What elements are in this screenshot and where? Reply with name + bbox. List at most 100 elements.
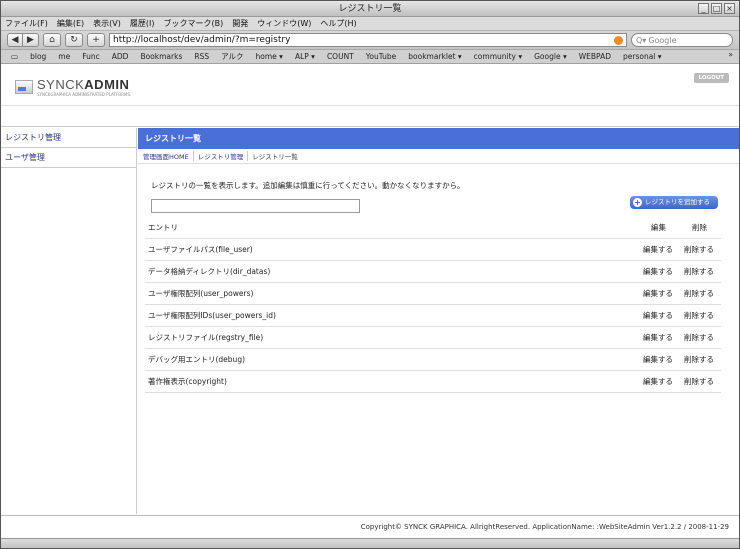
table-row: ユーザ権限配列IDs(user_powers_id) 編集する 削除する [145, 305, 721, 327]
sidebar: レジストリ管理 ユーザ管理 [1, 128, 137, 514]
edit-link[interactable]: 編集する [643, 332, 673, 343]
bookmark-item[interactable]: ADD [112, 52, 129, 61]
plus-icon: + [633, 198, 642, 207]
row-entry: デバッグ用エントリ(debug) [148, 355, 246, 364]
bookmark-item[interactable]: home ▾ [256, 52, 283, 61]
add-registry-button[interactable]: + レジストリを追加する [630, 196, 718, 209]
bookmark-item[interactable]: Func [82, 52, 100, 61]
delete-link[interactable]: 削除する [684, 354, 714, 365]
bookmark-item[interactable]: YouTube [366, 52, 397, 61]
search-placeholder: Google [648, 35, 677, 45]
bookmark-item[interactable]: community ▾ [474, 52, 522, 61]
table-row: ユーザ権限配列(user_powers) 編集する 削除する [145, 283, 721, 305]
bookmarks-bar: ▭ blog me Func ADD Bookmarks RSS アルク hom… [1, 50, 739, 64]
header-edit: 編集 [651, 223, 666, 232]
menu-view[interactable]: 表示(V) [93, 18, 121, 29]
delete-link[interactable]: 削除する [684, 376, 714, 387]
table-row: レジストリファイル(regstry_file) 編集する 削除する [145, 327, 721, 349]
delete-link[interactable]: 削除する [684, 288, 714, 299]
edit-link[interactable]: 編集する [643, 266, 673, 277]
bookmark-item[interactable]: bookmarklet ▾ [408, 52, 461, 61]
back-button[interactable]: ◀ [7, 33, 23, 47]
bookmark-item[interactable]: Google ▾ [534, 52, 567, 61]
menu-edit[interactable]: 編集(E) [57, 18, 84, 29]
edit-link[interactable]: 編集する [643, 376, 673, 387]
table-row: デバッグ用エントリ(debug) 編集する 削除する [145, 349, 721, 371]
edit-link[interactable]: 編集する [643, 288, 673, 299]
bookmark-item[interactable]: me [58, 52, 70, 61]
row-entry: ユーザ権限配列(user_powers) [148, 289, 254, 298]
menu-history[interactable]: 履歴(I) [130, 18, 155, 29]
delete-link[interactable]: 削除する [684, 244, 714, 255]
menu-window[interactable]: ウィンドウ(W) [257, 18, 311, 29]
bookmark-item[interactable]: アルク [221, 51, 243, 62]
filter-input[interactable] [151, 199, 360, 213]
table-row: 著作権表示(copyright) 編集する 削除する [145, 371, 721, 393]
table-header: エントリ 編集 削除 [145, 217, 721, 239]
search-input[interactable]: Q▾ Google [631, 33, 733, 47]
main-content: レジストリ一覧 管理画面HOME レジストリ管理 レジストリ一覧 レジストリの一… [138, 128, 739, 514]
registry-table: エントリ 編集 削除 ユーザファイルパス(file_user) 編集する 削除す… [145, 217, 721, 393]
sidebar-item-registry[interactable]: レジストリ管理 [1, 128, 136, 148]
title-bar: レジストリ一覧 _ □ × [1, 1, 739, 17]
logo-icon [15, 80, 33, 94]
forward-button[interactable]: ▶ [23, 33, 39, 47]
row-entry: データ格納ディレクトリ(dir_datas) [148, 267, 271, 276]
bookmark-item[interactable]: RSS [194, 52, 209, 61]
header-entry: エントリ [148, 223, 178, 232]
maximize-icon[interactable]: □ [711, 3, 722, 14]
header-spacer [1, 106, 739, 127]
browser-toolbar: ◀ ▶ ⌂ ↻ + http://localhost/dev/admin/?m=… [1, 31, 739, 50]
logo-text: SYNCKADMIN [37, 77, 130, 92]
bookmark-item[interactable]: WEBPAD [579, 52, 611, 61]
search-icon: Q▾ [636, 35, 647, 45]
bookmark-item[interactable]: personal ▾ [623, 52, 662, 61]
minimize-icon[interactable]: _ [698, 3, 709, 14]
browser-window: レジストリ一覧 _ □ × ファイル(F) 編集(E) 表示(V) 履歴(I) … [0, 0, 740, 549]
edit-link[interactable]: 編集する [643, 310, 673, 321]
address-bar[interactable]: http://localhost/dev/admin/?m=registry [109, 33, 627, 47]
breadcrumb-registry[interactable]: レジストリ管理 [194, 151, 249, 161]
menu-bar: ファイル(F) 編集(E) 表示(V) 履歴(I) ブックマーク(B) 開発 ウ… [1, 17, 739, 31]
url-text[interactable]: http://localhost/dev/admin/?m=registry [113, 35, 611, 45]
edit-link[interactable]: 編集する [643, 354, 673, 365]
rss-icon[interactable] [614, 35, 623, 45]
table-row: データ格納ディレクトリ(dir_datas) 編集する 削除する [145, 261, 721, 283]
row-entry: ユーザファイルパス(file_user) [148, 245, 253, 254]
delete-link[interactable]: 削除する [684, 266, 714, 277]
menu-help[interactable]: ヘルプ(H) [320, 18, 356, 29]
more-bookmarks-icon[interactable]: » [728, 50, 733, 59]
breadcrumb-home[interactable]: 管理画面HOME [139, 151, 194, 161]
bookmark-item[interactable]: Bookmarks [140, 52, 182, 61]
breadcrumb: 管理画面HOME レジストリ管理 レジストリ一覧 [138, 149, 739, 164]
status-bar [1, 538, 739, 548]
row-entry: レジストリファイル(regstry_file) [148, 333, 264, 342]
delete-link[interactable]: 削除する [684, 310, 714, 321]
reload-button[interactable]: ↻ [65, 33, 83, 47]
site-header: SYNCKADMIN SYNCKGRAPHICA ADMINISTRATED P… [1, 65, 739, 106]
close-icon[interactable]: × [724, 3, 735, 14]
menu-bookmarks[interactable]: ブックマーク(B) [163, 18, 223, 29]
row-entry: ユーザ権限配列IDs(user_powers_id) [148, 311, 276, 320]
row-entry: 著作権表示(copyright) [148, 377, 227, 386]
home-button[interactable]: ⌂ [43, 33, 61, 47]
sidebar-item-users[interactable]: ユーザ管理 [1, 148, 136, 168]
header-delete: 削除 [692, 223, 707, 232]
bookmark-item[interactable]: COUNT [327, 52, 354, 61]
logo-subtitle: SYNCKGRAPHICA ADMINISTRATED PLATFORMS. [37, 92, 132, 97]
page-description: レジストリの一覧を表示します。追加編集は慎重に行ってください。動かなくなりますか… [151, 181, 465, 190]
bookmark-item[interactable]: blog [30, 52, 46, 61]
delete-link[interactable]: 削除する [684, 332, 714, 343]
breadcrumb-current: レジストリ一覧 [252, 153, 298, 161]
bookmarks-book-icon[interactable]: ▭ [11, 52, 18, 61]
logo: SYNCKADMIN SYNCKGRAPHICA ADMINISTRATED P… [15, 77, 131, 97]
menu-file[interactable]: ファイル(F) [5, 18, 48, 29]
menu-develop[interactable]: 開発 [232, 18, 248, 29]
bookmark-item[interactable]: ALP ▾ [295, 52, 315, 61]
page-title: レジストリ一覧 [138, 128, 739, 149]
edit-link[interactable]: 編集する [643, 244, 673, 255]
logout-button[interactable]: LOGOUT [693, 73, 729, 83]
window-controls: _ □ × [698, 3, 735, 14]
add-bookmark-button[interactable]: + [87, 33, 105, 47]
nav-buttons: ◀ ▶ [7, 33, 39, 47]
